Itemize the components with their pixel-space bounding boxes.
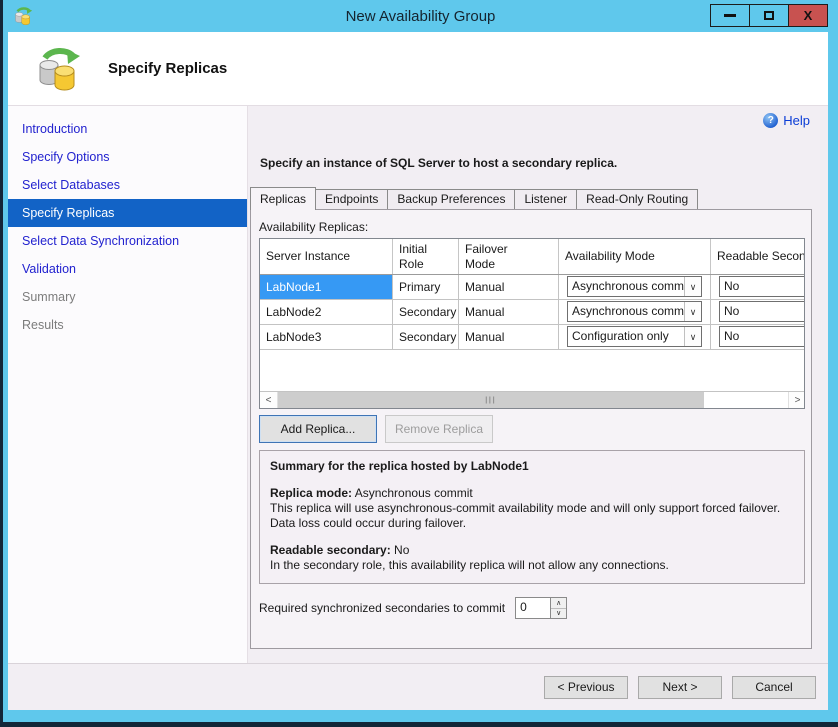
readable-secondary-line: Readable secondary: No bbox=[270, 543, 794, 558]
spin-up-button[interactable]: ∧ bbox=[551, 598, 566, 609]
help-icon: ? bbox=[763, 113, 778, 128]
cell-readable-secondary: No bbox=[711, 325, 805, 349]
grid-header-row: Server Instance Initial Role Failover Mo… bbox=[260, 239, 805, 275]
readable-secondary-dropdown[interactable]: No bbox=[719, 276, 805, 297]
replica-mode-description: This replica will use asynchronous-commi… bbox=[270, 501, 794, 531]
tab-replicas[interactable]: Replicas bbox=[250, 187, 316, 210]
column-header-server-instance[interactable]: Server Instance bbox=[260, 239, 393, 274]
titlebar: New Availability Group X bbox=[3, 0, 838, 32]
cell-readable-secondary: No bbox=[711, 275, 805, 299]
close-icon: X bbox=[804, 8, 813, 23]
tab-read-only-routing[interactable]: Read-Only Routing bbox=[576, 189, 698, 209]
minimize-button[interactable] bbox=[710, 4, 750, 27]
summary-title: Summary for the replica hosted by LabNod… bbox=[270, 459, 794, 474]
chevron-down-icon[interactable]: ∨ bbox=[684, 327, 701, 346]
horizontal-scrollbar[interactable]: < ||| > bbox=[260, 391, 805, 408]
column-header-initial-role[interactable]: Initial Role bbox=[393, 239, 459, 274]
scrollbar-thumb[interactable]: ||| bbox=[278, 392, 704, 408]
sidebar-item-specify-replicas[interactable]: Specify Replicas bbox=[8, 199, 247, 227]
sidebar-item-introduction[interactable]: Introduction bbox=[8, 115, 247, 143]
cell-availability-mode: Asynchronous commit ∨ bbox=[559, 275, 711, 299]
sidebar-item-select-databases[interactable]: Select Databases bbox=[8, 171, 247, 199]
cell-initial-role: Secondary bbox=[393, 300, 459, 324]
wizard-footer: < Previous Next > Cancel bbox=[8, 663, 828, 710]
required-secondaries-stepper[interactable]: 0 ∧ ∨ bbox=[515, 597, 567, 619]
required-secondaries-label: Required synchronized secondaries to com… bbox=[259, 601, 505, 615]
replica-mode-line: Replica mode: Asynchronous commit bbox=[270, 486, 794, 501]
replicas-tab-pane: Availability Replicas: Server Instance I… bbox=[250, 209, 812, 649]
remove-replica-button: Remove Replica bbox=[385, 415, 493, 443]
replica-buttons-row: Add Replica... Remove Replica bbox=[259, 415, 803, 443]
dialog: Specify Replicas Introduction Specify Op… bbox=[8, 32, 828, 710]
chevron-down-icon[interactable]: ∨ bbox=[684, 277, 701, 296]
tab-strip: Replicas Endpoints Backup Preferences Li… bbox=[250, 187, 697, 209]
readable-secondary-dropdown[interactable]: No bbox=[719, 326, 805, 347]
column-header-readable-secondary[interactable]: Readable Secondary bbox=[711, 239, 805, 274]
grid-scroll-region: Server Instance Initial Role Failover Mo… bbox=[260, 239, 805, 391]
wizard-body: Introduction Specify Options Select Data… bbox=[8, 106, 828, 663]
replica-summary-panel: Summary for the replica hosted by LabNod… bbox=[259, 450, 805, 584]
cell-server-instance[interactable]: LabNode1 bbox=[260, 275, 393, 299]
cell-readable-secondary: No bbox=[711, 300, 805, 324]
cancel-button[interactable]: Cancel bbox=[732, 676, 816, 699]
stepper-arrows: ∧ ∨ bbox=[550, 598, 566, 618]
sidebar-item-select-data-synchronization[interactable]: Select Data Synchronization bbox=[8, 227, 247, 255]
maximize-icon bbox=[764, 11, 774, 20]
window-controls: X bbox=[711, 4, 828, 27]
sidebar-item-summary: Summary bbox=[8, 283, 247, 311]
chevron-down-icon[interactable]: ∨ bbox=[684, 302, 701, 321]
required-secondaries-row: Required synchronized secondaries to com… bbox=[259, 597, 803, 619]
help-link[interactable]: ? Help bbox=[763, 113, 810, 128]
spin-down-button[interactable]: ∨ bbox=[551, 609, 566, 619]
tab-endpoints[interactable]: Endpoints bbox=[315, 189, 388, 209]
previous-button[interactable]: < Previous bbox=[544, 676, 628, 699]
wizard-steps-sidebar: Introduction Specify Options Select Data… bbox=[8, 106, 248, 663]
page-title: Specify Replicas bbox=[108, 60, 227, 77]
instruction-text: Specify an instance of SQL Server to hos… bbox=[260, 156, 617, 170]
wizard-header: Specify Replicas bbox=[8, 32, 828, 106]
sidebar-item-specify-options[interactable]: Specify Options bbox=[8, 143, 247, 171]
tab-backup-preferences[interactable]: Backup Preferences bbox=[387, 189, 515, 209]
grid-row-labnode2[interactable]: LabNode2 Secondary Manual Asynchronous c… bbox=[260, 300, 805, 325]
cell-failover-mode: Manual bbox=[459, 300, 559, 324]
wizard-content: ? Help Specify an instance of SQL Server… bbox=[248, 106, 828, 663]
add-replica-button[interactable]: Add Replica... bbox=[259, 415, 377, 443]
cell-availability-mode: Configuration only ∨ bbox=[559, 325, 711, 349]
cell-server-instance[interactable]: LabNode3 bbox=[260, 325, 393, 349]
cell-availability-mode: Asynchronous commit ∨ bbox=[559, 300, 711, 324]
close-button[interactable]: X bbox=[788, 4, 828, 27]
readable-secondary-description: In the secondary role, this availability… bbox=[270, 558, 794, 573]
minimize-icon bbox=[724, 14, 736, 17]
cell-failover-mode: Manual bbox=[459, 275, 559, 299]
scroll-left-button[interactable]: < bbox=[260, 392, 278, 408]
column-header-failover-mode[interactable]: Failover Mode bbox=[459, 239, 559, 274]
availability-mode-dropdown[interactable]: Configuration only ∨ bbox=[567, 326, 702, 347]
scrollbar-track[interactable] bbox=[704, 392, 788, 408]
cell-initial-role: Primary bbox=[393, 275, 459, 299]
help-label: Help bbox=[783, 113, 810, 128]
window: New Availability Group X Specify Replica… bbox=[3, 0, 838, 722]
readable-secondary-dropdown[interactable]: No bbox=[719, 301, 805, 322]
cell-server-instance[interactable]: LabNode2 bbox=[260, 300, 393, 324]
tab-listener[interactable]: Listener bbox=[514, 189, 577, 209]
maximize-button[interactable] bbox=[749, 4, 789, 27]
grid-empty-area bbox=[260, 350, 805, 391]
availability-replicas-label: Availability Replicas: bbox=[259, 220, 803, 234]
stepper-value[interactable]: 0 bbox=[516, 598, 550, 618]
availability-replicas-grid: Server Instance Initial Role Failover Mo… bbox=[259, 238, 805, 409]
column-header-availability-mode[interactable]: Availability Mode bbox=[559, 239, 711, 274]
availability-mode-dropdown[interactable]: Asynchronous commit ∨ bbox=[567, 276, 702, 297]
scroll-right-button[interactable]: > bbox=[788, 392, 805, 408]
sidebar-item-validation[interactable]: Validation bbox=[8, 255, 247, 283]
cell-failover-mode: Manual bbox=[459, 325, 559, 349]
replicas-database-icon bbox=[34, 45, 82, 93]
cell-initial-role: Secondary bbox=[393, 325, 459, 349]
grid-row-labnode1[interactable]: LabNode1 Primary Manual Asynchronous com… bbox=[260, 275, 805, 300]
next-button[interactable]: Next > bbox=[638, 676, 722, 699]
grid-row-labnode3[interactable]: LabNode3 Secondary Manual Configuration … bbox=[260, 325, 805, 350]
sidebar-item-results: Results bbox=[8, 311, 247, 339]
availability-mode-dropdown[interactable]: Asynchronous commit ∨ bbox=[567, 301, 702, 322]
